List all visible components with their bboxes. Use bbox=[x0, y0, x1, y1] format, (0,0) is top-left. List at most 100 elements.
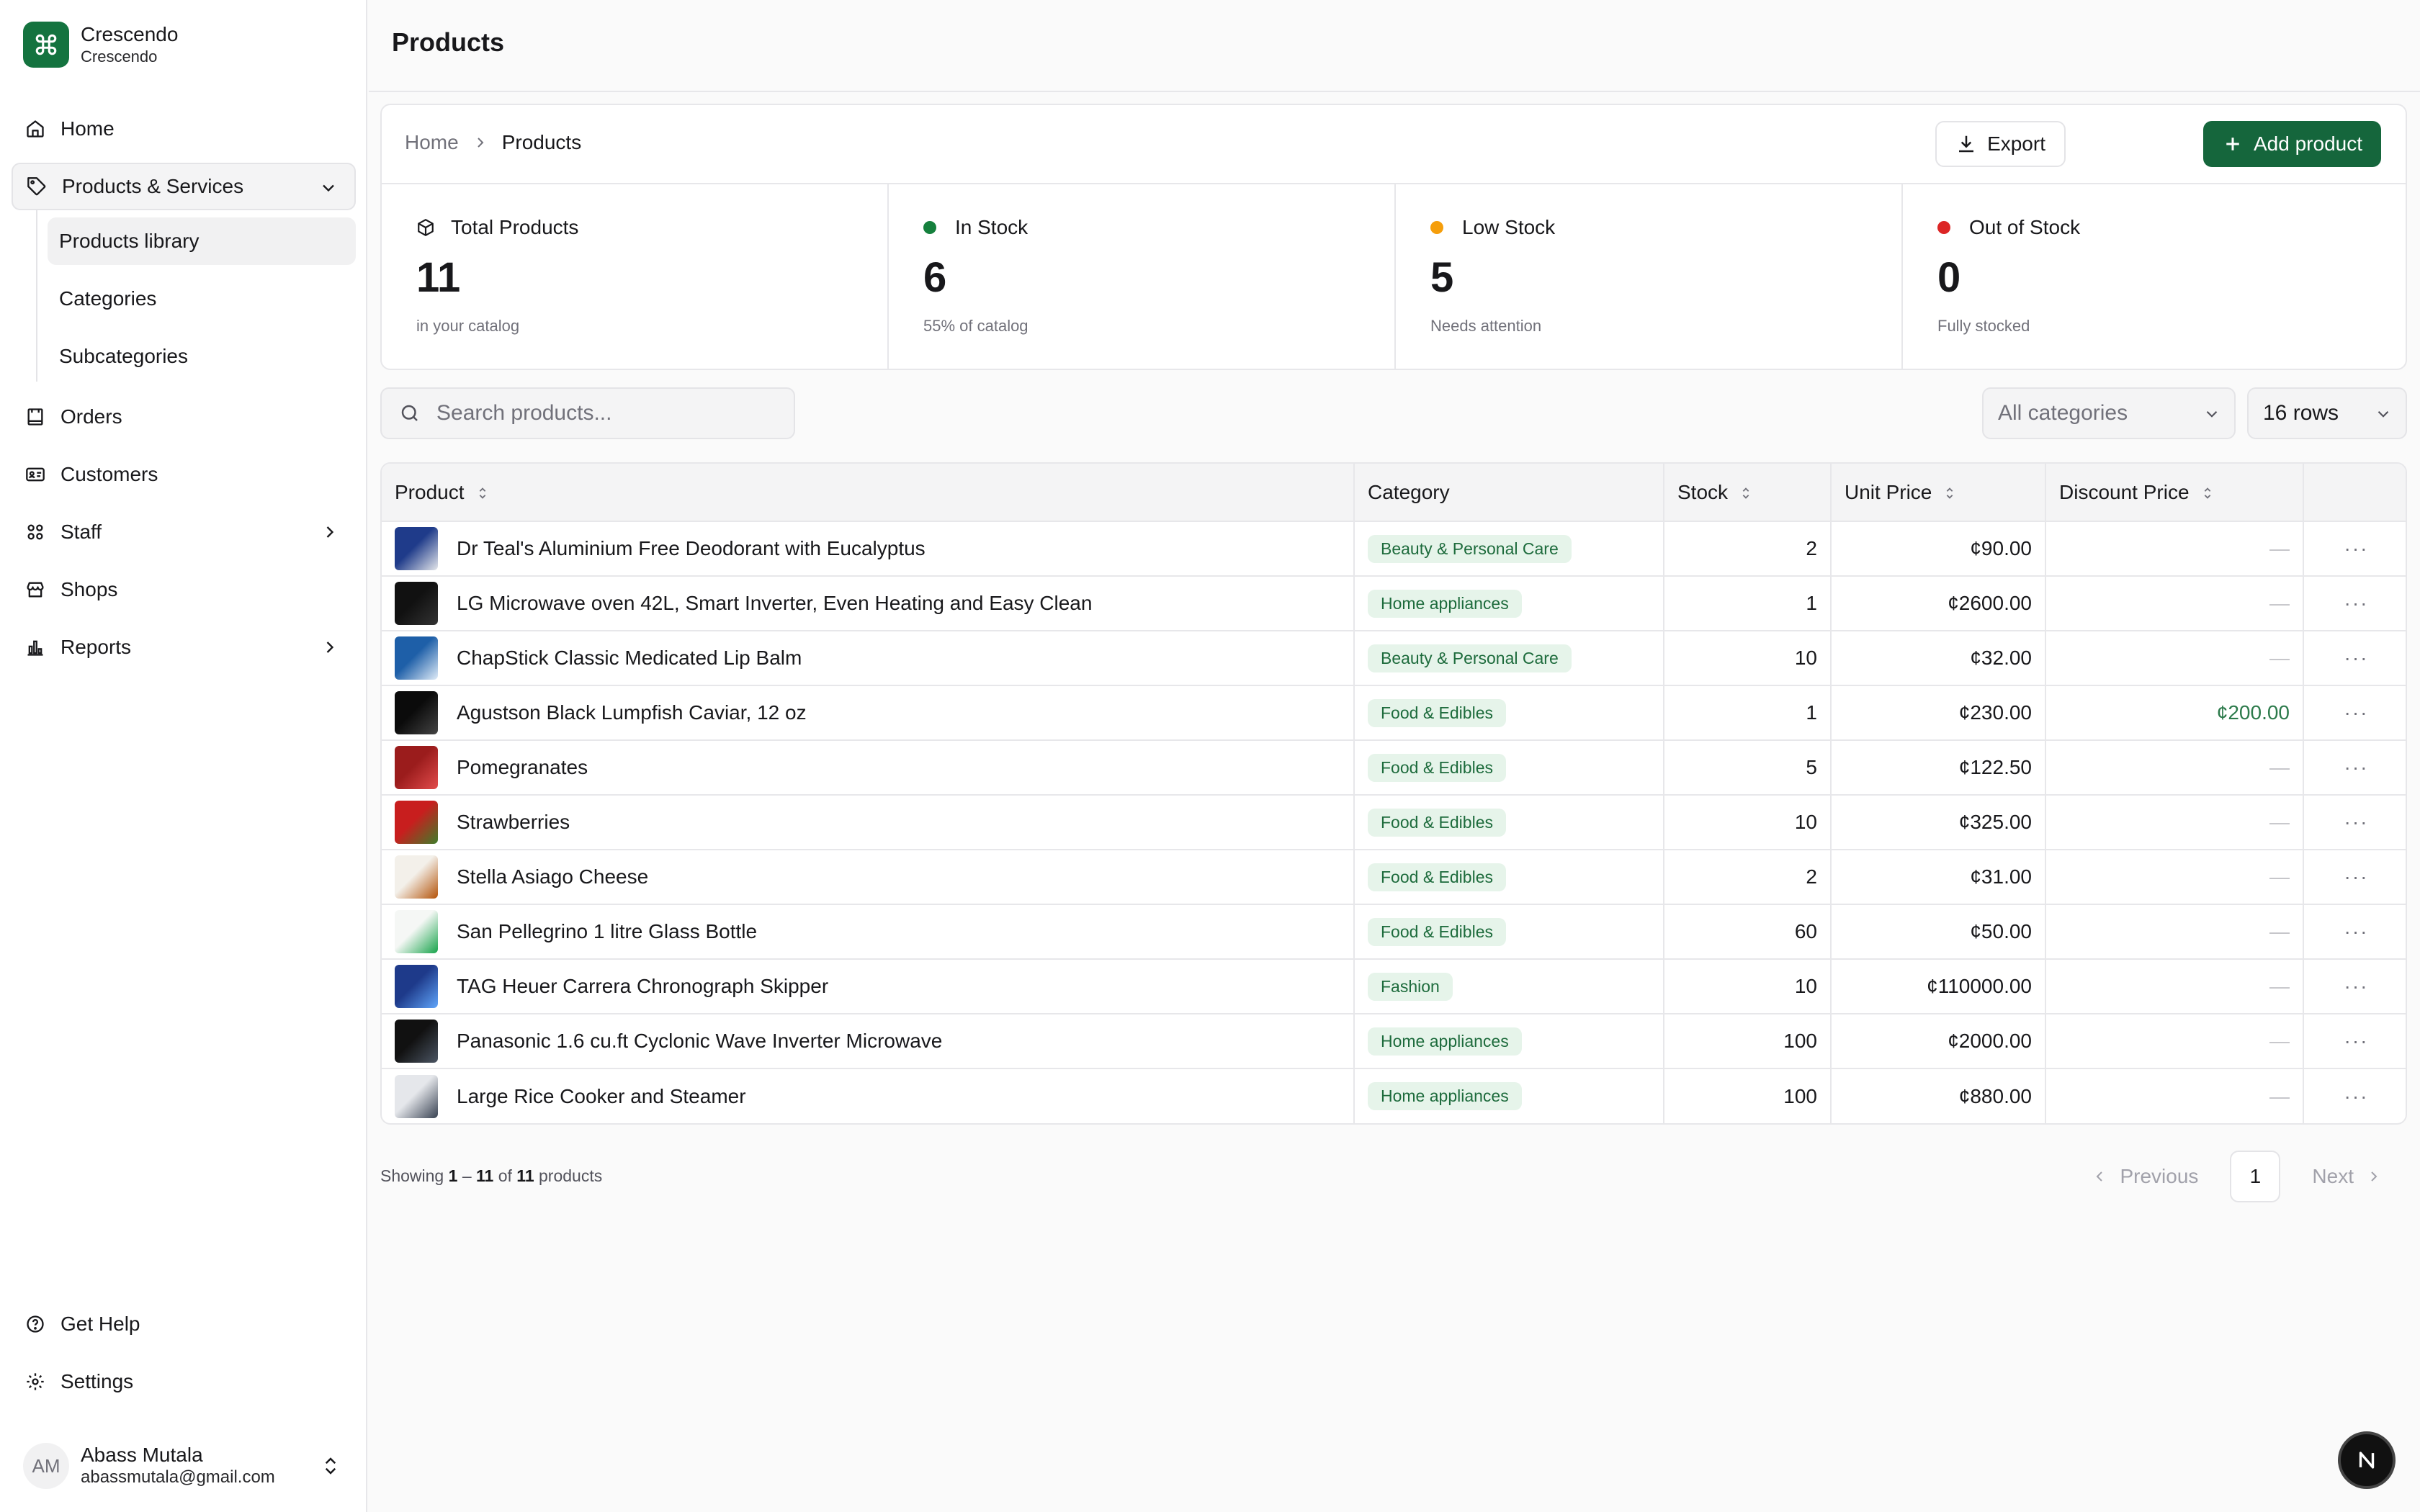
row-actions-button[interactable]: ··· bbox=[2303, 795, 2406, 850]
table-row[interactable]: Stella Asiago Cheese Food & Edibles 2 ¢31.0… bbox=[382, 850, 2406, 905]
column-header-actions bbox=[2303, 464, 2406, 522]
row-actions-button[interactable]: ··· bbox=[2303, 904, 2406, 960]
sidebar-item-products-library[interactable]: Products library bbox=[48, 217, 356, 265]
page-number-button[interactable]: 1 bbox=[2230, 1151, 2281, 1202]
row-actions-button[interactable]: ··· bbox=[2303, 521, 2406, 577]
search-input[interactable] bbox=[436, 401, 782, 426]
row-actions-button[interactable]: ··· bbox=[2303, 1014, 2406, 1069]
nav-settings[interactable]: Settings bbox=[12, 1358, 356, 1405]
product-name[interactable]: TAG Heuer Carrera Chronograph Skipper bbox=[457, 975, 828, 998]
table-row[interactable]: TAG Heuer Carrera Chronograph Skipper Fas… bbox=[382, 959, 2406, 1014]
product-thumbnail bbox=[395, 582, 438, 625]
product-name[interactable]: LG Microwave oven 42L, Smart Inverter, E… bbox=[457, 592, 1092, 615]
product-name[interactable]: Large Rice Cooker and Steamer bbox=[457, 1085, 746, 1108]
help-circle-icon bbox=[24, 1313, 46, 1335]
table-row[interactable]: San Pellegrino 1 litre Glass Bottle Food … bbox=[382, 904, 2406, 960]
next-button[interactable]: Next bbox=[2298, 1151, 2397, 1202]
breadcrumb-home[interactable]: Home bbox=[405, 131, 459, 154]
product-cell: Panasonic 1.6 cu.ft Cyclonic Wave Invert… bbox=[382, 1014, 1355, 1069]
stat-sub: in your catalog bbox=[416, 317, 520, 335]
row-actions-button[interactable]: ··· bbox=[2303, 631, 2406, 686]
nav-customers-label: Customers bbox=[60, 463, 158, 485]
product-name[interactable]: Stella Asiago Cheese bbox=[457, 865, 648, 888]
brand[interactable]: Crescendo Crescendo bbox=[23, 22, 178, 68]
table-row[interactable]: ChapStick Classic Medicated Lip Balm Beau… bbox=[382, 631, 2406, 686]
column-header-unit-price[interactable]: Unit Price bbox=[1831, 464, 2046, 522]
dev-tools-button[interactable] bbox=[2338, 1431, 2396, 1489]
column-header-product[interactable]: Product bbox=[382, 464, 1355, 522]
user-menu[interactable]: AM Abass Mutala abassmutala@gmail.com bbox=[23, 1439, 349, 1493]
table-row[interactable]: Strawberries Food & Edibles 10 ¢325.00— ··· bbox=[382, 795, 2406, 850]
unit-price-cell: ¢31.00 bbox=[1831, 850, 2046, 905]
sidebar: Crescendo Crescendo Home Products & Serv… bbox=[0, 0, 367, 1512]
row-actions-button[interactable]: ··· bbox=[2303, 850, 2406, 905]
sidebar-item-categories[interactable]: Categories bbox=[48, 275, 356, 323]
nav-staff-label: Staff bbox=[60, 521, 102, 543]
row-actions-button[interactable]: ··· bbox=[2303, 1068, 2406, 1123]
nav-get-help[interactable]: Get Help bbox=[12, 1300, 356, 1348]
product-name[interactable]: Pomegranates bbox=[457, 756, 588, 779]
stat-value: 6 bbox=[923, 254, 947, 301]
unit-price-cell: ¢50.00 bbox=[1831, 904, 2046, 960]
discount-price-cell: — bbox=[2045, 521, 2304, 577]
row-actions-button[interactable]: ··· bbox=[2303, 740, 2406, 796]
search-field[interactable] bbox=[380, 387, 795, 439]
row-actions-button[interactable]: ··· bbox=[2303, 576, 2406, 631]
product-name[interactable]: Agustson Black Lumpfish Caviar, 12 oz bbox=[457, 701, 807, 724]
category-cell: Home appliances bbox=[1354, 576, 1664, 631]
discount-price-cell: — bbox=[2045, 904, 2304, 960]
table-row[interactable]: LG Microwave oven 42L, Smart Inverter, E… bbox=[382, 576, 2406, 631]
stat-label: Total Products bbox=[451, 216, 579, 238]
row-actions-button[interactable]: ··· bbox=[2303, 959, 2406, 1014]
product-cell: Stella Asiago Cheese bbox=[382, 850, 1355, 905]
stat-out-of-stock: Out of Stock 0 Fully stocked bbox=[1903, 184, 2406, 369]
table-row[interactable]: Agustson Black Lumpfish Caviar, 12 oz Foo… bbox=[382, 685, 2406, 741]
stock-cell: 10 bbox=[1664, 795, 1832, 850]
export-button[interactable]: Export bbox=[1935, 121, 2066, 167]
add-product-button[interactable]: Add product bbox=[2203, 121, 2381, 167]
unit-price-cell: ¢880.00 bbox=[1831, 1068, 2046, 1123]
export-label: Export bbox=[1987, 132, 2045, 155]
product-name[interactable]: Panasonic 1.6 cu.ft Cyclonic Wave Invert… bbox=[457, 1030, 942, 1053]
nav-shops[interactable]: Shops bbox=[12, 566, 356, 613]
table-row[interactable]: Large Rice Cooker and Steamer Home applia… bbox=[382, 1068, 2406, 1123]
nav-home[interactable]: Home bbox=[12, 105, 356, 153]
stock-cell: 100 bbox=[1664, 1068, 1832, 1123]
category-badge: Beauty & Personal Care bbox=[1368, 644, 1572, 672]
add-product-label: Add product bbox=[2254, 132, 2362, 155]
category-badge: Home appliances bbox=[1368, 589, 1522, 618]
previous-button[interactable]: Previous bbox=[2076, 1151, 2213, 1202]
products-table: Product Category Stock Unit Price Discou… bbox=[380, 462, 2407, 1125]
category-badge: Food & Edibles bbox=[1368, 917, 1506, 946]
nav-settings-label: Settings bbox=[60, 1370, 134, 1392]
unit-price-cell: ¢122.50 bbox=[1831, 740, 2046, 796]
sidebar-item-subcategories[interactable]: Subcategories bbox=[48, 333, 356, 380]
chevron-left-icon bbox=[2097, 1171, 2103, 1182]
product-name[interactable]: Dr Teal's Aluminium Free Deodorant with … bbox=[457, 537, 926, 560]
stat-value: 5 bbox=[1430, 254, 1454, 301]
category-select[interactable]: All categories bbox=[1982, 387, 2236, 439]
product-name[interactable]: San Pellegrino 1 litre Glass Bottle bbox=[457, 920, 757, 943]
product-name[interactable]: ChapStick Classic Medicated Lip Balm bbox=[457, 647, 802, 670]
table-row[interactable]: Panasonic 1.6 cu.ft Cyclonic Wave Invert… bbox=[382, 1014, 2406, 1069]
column-header-stock[interactable]: Stock bbox=[1664, 464, 1832, 522]
table-row[interactable]: Pomegranates Food & Edibles 5 ¢122.50— ··· bbox=[382, 740, 2406, 796]
column-header-discount-price[interactable]: Discount Price bbox=[2045, 464, 2304, 522]
nav-customers[interactable]: Customers bbox=[12, 451, 356, 498]
table-row[interactable]: Dr Teal's Aluminium Free Deodorant with … bbox=[382, 521, 2406, 577]
nav-reports[interactable]: Reports bbox=[12, 624, 356, 671]
product-name[interactable]: Strawberries bbox=[457, 811, 570, 834]
rows-select-value: 16 rows bbox=[2263, 401, 2339, 425]
stock-cell: 1 bbox=[1664, 576, 1832, 631]
unit-price-cell: ¢32.00 bbox=[1831, 631, 2046, 686]
rows-select[interactable]: 16 rows bbox=[2247, 387, 2407, 439]
previous-label: Previous bbox=[2120, 1165, 2199, 1187]
nav-staff[interactable]: Staff bbox=[12, 508, 356, 556]
row-actions-button[interactable]: ··· bbox=[2303, 685, 2406, 741]
status-dot bbox=[1937, 221, 1950, 234]
category-cell: Food & Edibles bbox=[1354, 850, 1664, 905]
nav-products-services[interactable]: Products & Services bbox=[12, 163, 356, 210]
category-cell: Home appliances bbox=[1354, 1068, 1664, 1123]
nav-orders[interactable]: Orders bbox=[12, 393, 356, 441]
chevron-right-icon bbox=[326, 642, 334, 653]
